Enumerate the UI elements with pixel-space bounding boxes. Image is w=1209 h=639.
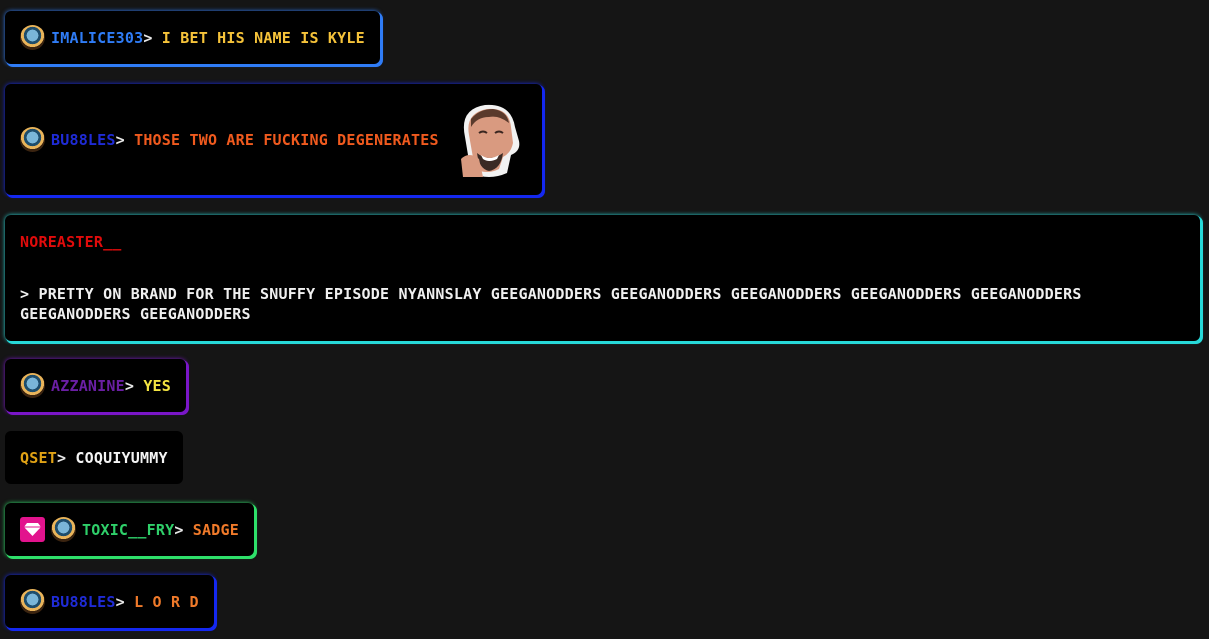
chat-separator: > <box>56 448 67 467</box>
chat-username[interactable]: BU88LES <box>51 593 116 611</box>
chat-username[interactable]: TOXIC__FRY <box>82 521 174 539</box>
chat-separator: > <box>124 376 135 395</box>
chat-text: L O R D <box>134 592 199 611</box>
chat-separator: > <box>143 28 153 47</box>
astronaut-badge-icon <box>20 373 45 398</box>
chat-username[interactable]: BU88LES <box>51 131 116 149</box>
chat-message: QSET > COQUIYUMMY <box>5 431 183 484</box>
astronaut-badge-icon <box>20 127 45 152</box>
chat-feed: IMALICE303 > I BET HIS NAME IS KYLE BU88L… <box>0 0 1209 639</box>
chat-message: BU88LES > L O R D <box>5 575 214 628</box>
chat-message: AZZANINE > YES <box>5 359 187 412</box>
chat-username[interactable]: NOREASTER__ <box>20 233 1185 251</box>
chat-separator: > <box>115 592 125 611</box>
chat-text: > PRETTY ON BRAND FOR THE SNUFFY EPISODE… <box>20 285 1082 323</box>
astronaut-badge-icon <box>20 589 45 614</box>
chat-separator: > <box>115 130 125 149</box>
chat-username[interactable]: QSET <box>20 449 57 467</box>
chat-text: SADGE <box>192 520 239 539</box>
chat-message: TOXIC__FRY > SADGE <box>5 503 254 556</box>
chat-text: THOSE TWO ARE FUCKING DEGENERATES <box>134 130 439 149</box>
chat-text: I BET HIS NAME IS KYLE <box>161 28 365 47</box>
chat-text: YES <box>143 376 172 395</box>
astronaut-badge-icon <box>20 25 45 50</box>
chat-text: COQUIYUMMY <box>75 448 168 467</box>
chat-message: NOREASTER__ > PRETTY ON BRAND FOR THE SN… <box>5 215 1200 341</box>
chat-message: BU88LES > THOSE TWO ARE FUCKING DEGENERAT… <box>5 84 542 195</box>
chat-username[interactable]: IMALICE303 <box>51 29 143 47</box>
chat-username[interactable]: AZZANINE <box>51 377 125 395</box>
chat-separator: > <box>174 520 184 539</box>
laughing-man-emote-icon <box>449 97 527 183</box>
chat-message: IMALICE303 > I BET HIS NAME IS KYLE <box>5 11 380 64</box>
diamond-badge-icon <box>20 517 45 542</box>
astronaut-badge-icon <box>51 517 76 542</box>
